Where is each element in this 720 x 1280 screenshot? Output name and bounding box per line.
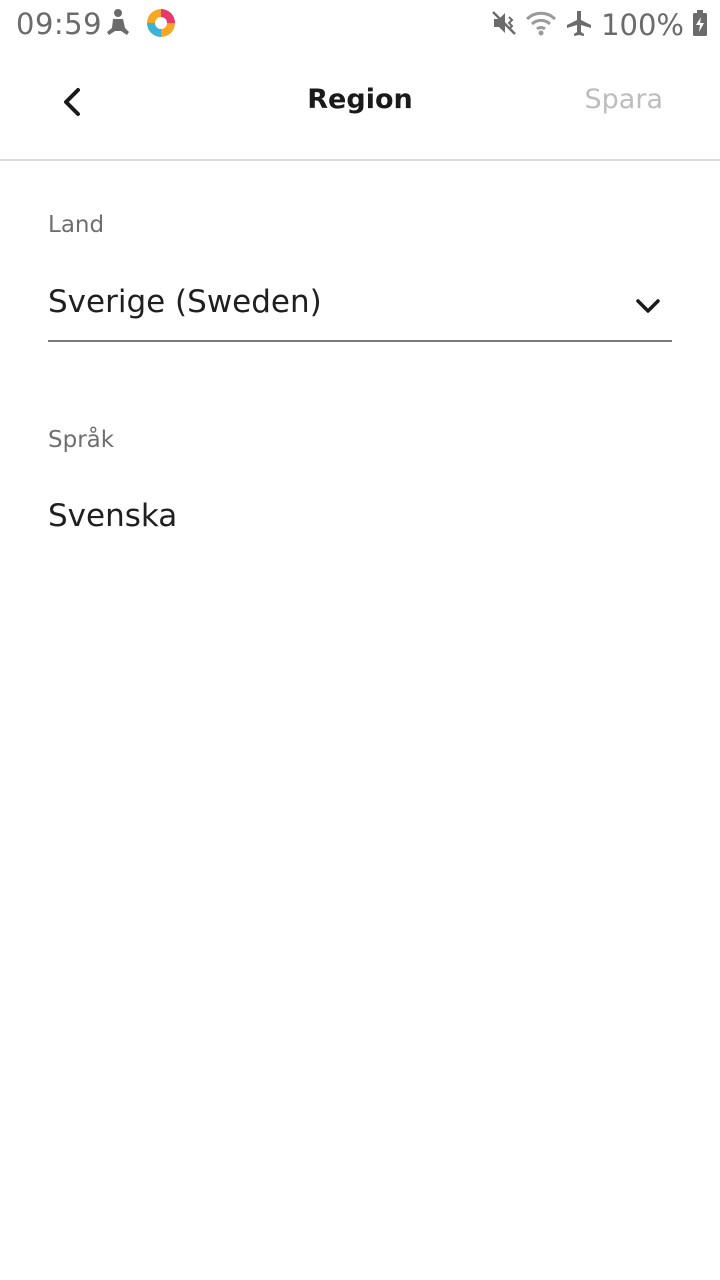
status-notification-icons — [104, 8, 176, 42]
country-selected-value: Sverige (Sweden) — [48, 284, 322, 320]
country-dropdown[interactable]: Sverige (Sweden) — [48, 270, 672, 342]
language-value: Svenska — [48, 498, 178, 534]
battery-charging-icon — [692, 9, 708, 41]
chevron-down-icon — [636, 299, 660, 313]
yoga-app-icon — [104, 8, 130, 42]
battery-percentage: 100% — [601, 8, 684, 42]
language-label: Språk — [48, 427, 115, 453]
app-bar: Region Spara — [0, 50, 720, 161]
status-time: 09:59 — [16, 7, 103, 41]
airplane-icon — [565, 9, 593, 41]
save-button[interactable]: Spara — [585, 84, 663, 115]
wifi-icon — [525, 9, 557, 41]
colorful-app-icon — [146, 8, 176, 42]
country-label: Land — [48, 212, 105, 238]
status-bar: 09:59 100% — [0, 0, 720, 50]
status-system-icons: 100% — [491, 8, 708, 42]
region-screen: 09:59 100% Region Spara Land Sverige (Sw… — [0, 0, 720, 1280]
vibrate-icon — [491, 9, 517, 41]
